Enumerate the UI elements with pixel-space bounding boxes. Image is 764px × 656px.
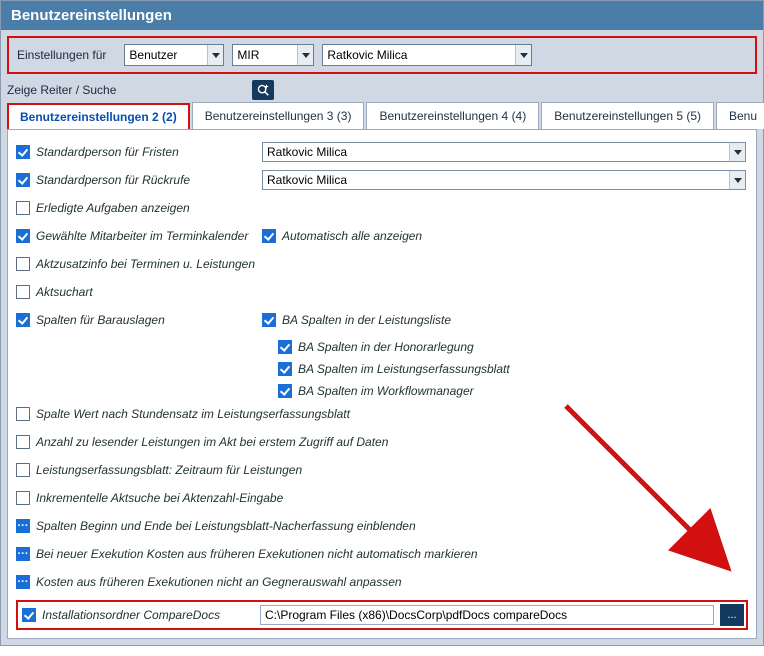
window: Benutzereinstellungen Einstellungen für …: [0, 0, 764, 646]
checkbox-installfolder-comparedocs[interactable]: [22, 608, 36, 622]
checkbox-inkrementelle-aktsuche[interactable]: [16, 491, 30, 505]
checkbox-gewaehlte-mitarbeiter[interactable]: [16, 229, 30, 243]
checkbox-spalten-beginn-ende[interactable]: ···: [16, 519, 30, 533]
label-aktsuchart: Aktsuchart: [36, 285, 93, 299]
label-ba-leistungsliste: BA Spalten in der Leistungsliste: [282, 313, 451, 327]
label-standardperson-fristen: Standardperson für Fristen: [36, 145, 179, 159]
label-standardperson-rueckrufe: Standardperson für Rückrufe: [36, 173, 190, 187]
tab-settings-4[interactable]: Benutzereinstellungen 4 (4): [366, 102, 539, 129]
install-folder-row: Installationsordner CompareDocs C:\Progr…: [16, 600, 748, 630]
label-kosten-gegnerauswahl: Kosten aus früheren Exekutionen nicht an…: [36, 575, 402, 589]
label-inkrementelle-aktsuche: Inkrementelle Aktsuche bei Aktenzahl-Ein…: [36, 491, 283, 505]
filter-label: Einstellungen für: [17, 48, 106, 62]
label-installfolder-comparedocs: Installationsordner CompareDocs: [42, 608, 220, 622]
label-spalten-beginn-ende: Spalten Beginn und Ende bei Leistungsbla…: [36, 519, 416, 533]
search-row: Zeige Reiter / Suche: [7, 80, 757, 100]
label-ba-leistungserfassungsblatt: BA Spalten im Leistungserfassungsblatt: [298, 362, 510, 376]
chevron-down-icon: [207, 45, 223, 65]
checkbox-erledigte-aufgaben[interactable]: [16, 201, 30, 215]
checkbox-ba-leistungsliste[interactable]: [262, 313, 276, 327]
checkbox-spalte-wert-stundensatz[interactable]: [16, 407, 30, 421]
window-title: Benutzereinstellungen: [1, 1, 763, 30]
user-code-select[interactable]: MIR: [232, 44, 314, 66]
label-spalten-barauslagen: Spalten für Barauslagen: [36, 313, 165, 327]
tab-settings-3[interactable]: Benutzereinstellungen 3 (3): [192, 102, 365, 129]
checkbox-aktzusatzinfo[interactable]: [16, 257, 30, 271]
settings-for-select[interactable]: Benutzer: [124, 44, 224, 66]
tab-settings-2[interactable]: Benutzereinstellungen 2 (2): [7, 103, 190, 129]
chevron-down-icon: [729, 171, 745, 189]
user-name-select[interactable]: Ratkovic Milica: [322, 44, 532, 66]
chevron-down-icon: [297, 45, 313, 65]
checkbox-zeitraum-leistungen[interactable]: [16, 463, 30, 477]
input-install-path[interactable]: C:\Program Files (x86)\DocsCorp\pdfDocs …: [260, 605, 714, 625]
label-neue-exekution: Bei neuer Exekution Kosten aus früheren …: [36, 547, 478, 561]
checkbox-neue-exekution[interactable]: ···: [16, 547, 30, 561]
checkbox-ba-leistungserfassungsblatt[interactable]: [278, 362, 292, 376]
label-automatisch-alle: Automatisch alle anzeigen: [282, 229, 422, 243]
checkbox-standardperson-rueckrufe[interactable]: [16, 173, 30, 187]
label-spalte-wert-stundensatz: Spalte Wert nach Stundensatz im Leistung…: [36, 407, 350, 421]
chevron-down-icon: [515, 45, 531, 65]
label-ba-honorarlegung: BA Spalten in der Honorarlegung: [298, 340, 474, 354]
search-label: Zeige Reiter / Suche: [7, 83, 116, 97]
label-erledigte-aufgaben: Erledigte Aufgaben anzeigen: [36, 201, 190, 215]
checkbox-automatisch-alle[interactable]: [262, 229, 276, 243]
label-anzahl-leistungen: Anzahl zu lesender Leistungen im Akt bei…: [36, 435, 388, 449]
checkbox-kosten-gegnerauswahl[interactable]: ···: [16, 575, 30, 589]
search-icon[interactable]: [252, 80, 274, 100]
checkbox-spalten-barauslagen[interactable]: [16, 313, 30, 327]
label-ba-workflowmanager: BA Spalten im Workflowmanager: [298, 384, 474, 398]
browse-button[interactable]: ...: [720, 604, 744, 626]
checkbox-anzahl-leistungen[interactable]: [16, 435, 30, 449]
filter-row: Einstellungen für Benutzer MIR Ratkovic …: [7, 36, 757, 74]
checkbox-ba-honorarlegung[interactable]: [278, 340, 292, 354]
label-aktzusatzinfo: Aktzusatzinfo bei Terminen u. Leistungen: [36, 257, 255, 271]
chevron-down-icon: [729, 143, 745, 161]
content-panel: Standardperson für Fristen Ratkovic Mili…: [7, 129, 757, 639]
checkbox-standardperson-fristen[interactable]: [16, 145, 30, 159]
label-gewaehlte-mitarbeiter: Gewählte Mitarbeiter im Terminkalender: [36, 229, 248, 243]
select-standardperson-fristen[interactable]: Ratkovic Milica: [262, 142, 746, 162]
tab-settings-more[interactable]: Benu: [716, 102, 764, 129]
checkbox-ba-workflowmanager[interactable]: [278, 384, 292, 398]
checkbox-aktsuchart[interactable]: [16, 285, 30, 299]
label-zeitraum-leistungen: Leistungserfassungsblatt: Zeitraum für L…: [36, 463, 302, 477]
tab-bar: Benutzereinstellungen 2 (2) Benutzereins…: [7, 102, 757, 129]
tab-settings-5[interactable]: Benutzereinstellungen 5 (5): [541, 102, 714, 129]
select-standardperson-rueckrufe[interactable]: Ratkovic Milica: [262, 170, 746, 190]
